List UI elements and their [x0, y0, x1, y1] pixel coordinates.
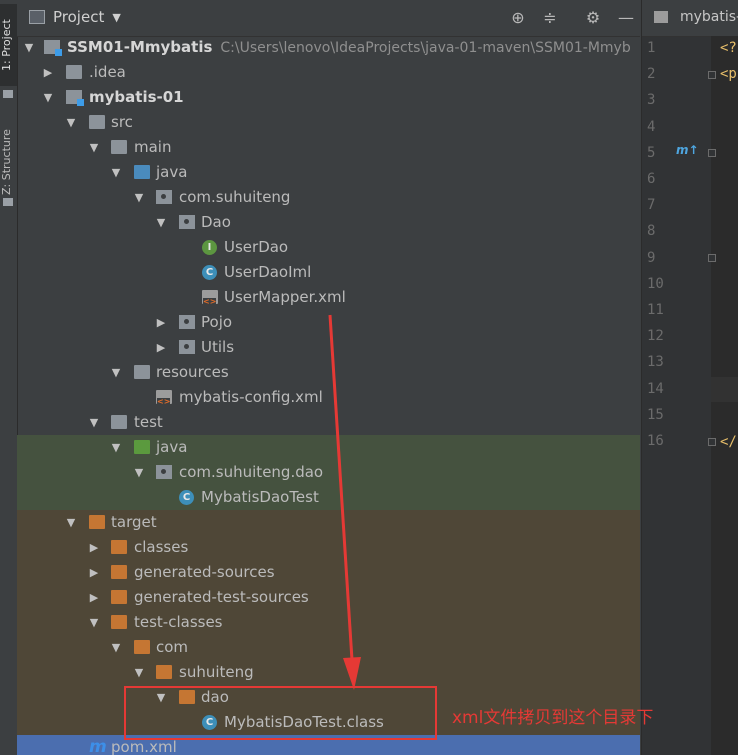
annotation-box	[124, 686, 437, 740]
annotation-arrow	[328, 314, 361, 690]
annotation-text: xml文件拷贝到这个目录下	[452, 708, 654, 728]
